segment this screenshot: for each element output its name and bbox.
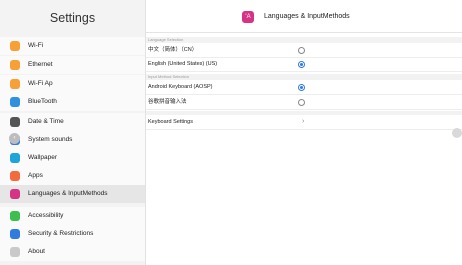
input-option-android-keyboard[interactable]: Android Keyboard (AOSP) — [146, 80, 462, 95]
keyboard-settings-row[interactable]: Keyboard Settings › — [146, 115, 462, 130]
sidebar-item-label: About — [28, 248, 45, 255]
sidebar-item-label: Apps — [28, 172, 43, 179]
sidebar-item-apps[interactable]: Apps — [0, 167, 145, 185]
sidebar-item-label: Wi-Fi — [28, 42, 44, 49]
sidebar-item-accessibility[interactable]: Accessibility — [0, 207, 145, 225]
sidebar-item-wifi-ap[interactable]: Wi-Fi Ap — [0, 75, 145, 93]
language-icon — [10, 189, 20, 199]
language-app-icon: 'A — [242, 11, 254, 23]
keyboard-settings-label: Keyboard Settings — [148, 119, 193, 125]
radio-button[interactable] — [298, 99, 305, 106]
edge-scroll-handle[interactable] — [452, 128, 462, 138]
accessibility-icon — [10, 211, 20, 221]
security-icon — [10, 229, 20, 239]
language-option-chinese[interactable]: 中文（简体）（CN） — [146, 43, 462, 58]
sidebar-item-label: Wi-Fi Ap — [28, 80, 53, 87]
input-option-google-pinyin[interactable]: 谷歌拼音输入法 — [146, 95, 462, 110]
info-icon — [10, 247, 20, 257]
sidebar-item-wallpaper[interactable]: Wallpaper — [0, 149, 145, 167]
wifi-icon — [10, 41, 20, 51]
sidebar-item-label: Languages & InputMethods — [28, 190, 108, 197]
settings-title: Settings — [49, 11, 96, 25]
language-option-label: English (United States) (US) — [148, 61, 218, 67]
sidebar-item-wifi[interactable]: Wi-Fi — [0, 37, 145, 55]
sidebar-item-security[interactable]: Security & Restrictions — [0, 225, 145, 243]
input-option-label: Android Keyboard (AOSP) — [148, 84, 213, 90]
sidebar-item-label: Security & Restrictions — [28, 230, 94, 237]
sidebar-item-label: Wallpaper — [28, 154, 58, 161]
clock-icon — [10, 117, 20, 127]
sidebar-item-label: Ethernet — [28, 61, 53, 68]
radio-button-selected[interactable] — [298, 84, 305, 91]
input-option-label: 谷歌拼音输入法 — [148, 99, 187, 105]
ethernet-icon — [10, 60, 20, 70]
chevron-right-icon: › — [302, 118, 305, 125]
bluetooth-icon — [10, 97, 20, 107]
sidebar-item-label: Date & Time — [28, 118, 64, 125]
sidebar-item-date-time[interactable]: Date & Time — [0, 113, 145, 131]
settings-sidebar: Settings Wi-Fi Ethernet Wi-Fi Ap BlueToo… — [0, 0, 146, 265]
sidebar-item-bluetooth[interactable]: BlueTooth — [0, 93, 145, 111]
language-option-label: 中文（简体）（CN） — [148, 47, 198, 53]
sidebar-item-languages[interactable]: Languages & InputMethods — [0, 185, 145, 203]
language-option-english[interactable]: English (United States) (US) — [146, 57, 462, 72]
languages-panel: 'A Languages & InputMethods Language Sel… — [146, 0, 462, 265]
wallpaper-icon — [10, 153, 20, 163]
sidebar-item-system-sounds[interactable]: System sounds — [0, 131, 145, 149]
radio-button-selected[interactable] — [298, 61, 305, 68]
sidebar-item-about[interactable]: About — [0, 243, 145, 261]
panel-header: 'A Languages & InputMethods — [146, 0, 462, 33]
side-drawer-handle[interactable]: ‹ — [9, 133, 20, 144]
radio-button[interactable] — [298, 47, 305, 54]
sidebar-item-ethernet[interactable]: Ethernet — [0, 56, 145, 74]
sidebar-item-label: Accessibility — [28, 212, 64, 219]
sidebar-item-label: System sounds — [28, 136, 73, 143]
panel-title: Languages & InputMethods — [264, 13, 350, 20]
hotspot-icon — [10, 79, 20, 89]
apps-icon — [10, 171, 20, 181]
sidebar-item-label: BlueTooth — [28, 98, 57, 105]
